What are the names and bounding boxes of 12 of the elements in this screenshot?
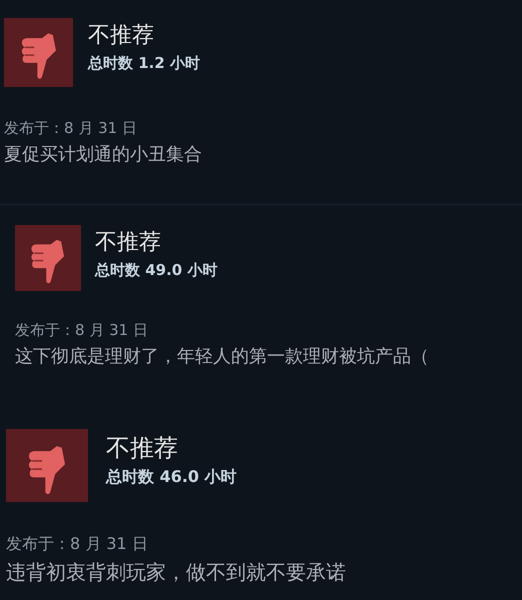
playtime-text: 总时数 1.2 小时 xyxy=(88,54,200,72)
posted-date: 发布于：8 月 31 日 xyxy=(6,534,149,554)
verdict-title: 不推荐 xyxy=(95,229,162,256)
verdict-title: 不推荐 xyxy=(88,22,155,50)
review-text: 违背初衷背刺玩家，做不到就不要承诺 xyxy=(6,560,347,585)
review-text: 这下彻底是理财了，年轻人的第一款理财被坑产品（ xyxy=(15,346,430,368)
review-text: 夏促买计划通的小丑集合 xyxy=(4,144,203,166)
posted-date: 发布于：8 月 31 日 xyxy=(15,321,149,340)
playtime-text: 总时数 46.0 小时 xyxy=(106,467,237,487)
playtime-text: 总时数 49.0 小时 xyxy=(95,260,218,280)
verdict-title: 不推荐 xyxy=(106,433,179,463)
posted-date: 发布于：8 月 31 日 xyxy=(4,119,138,138)
